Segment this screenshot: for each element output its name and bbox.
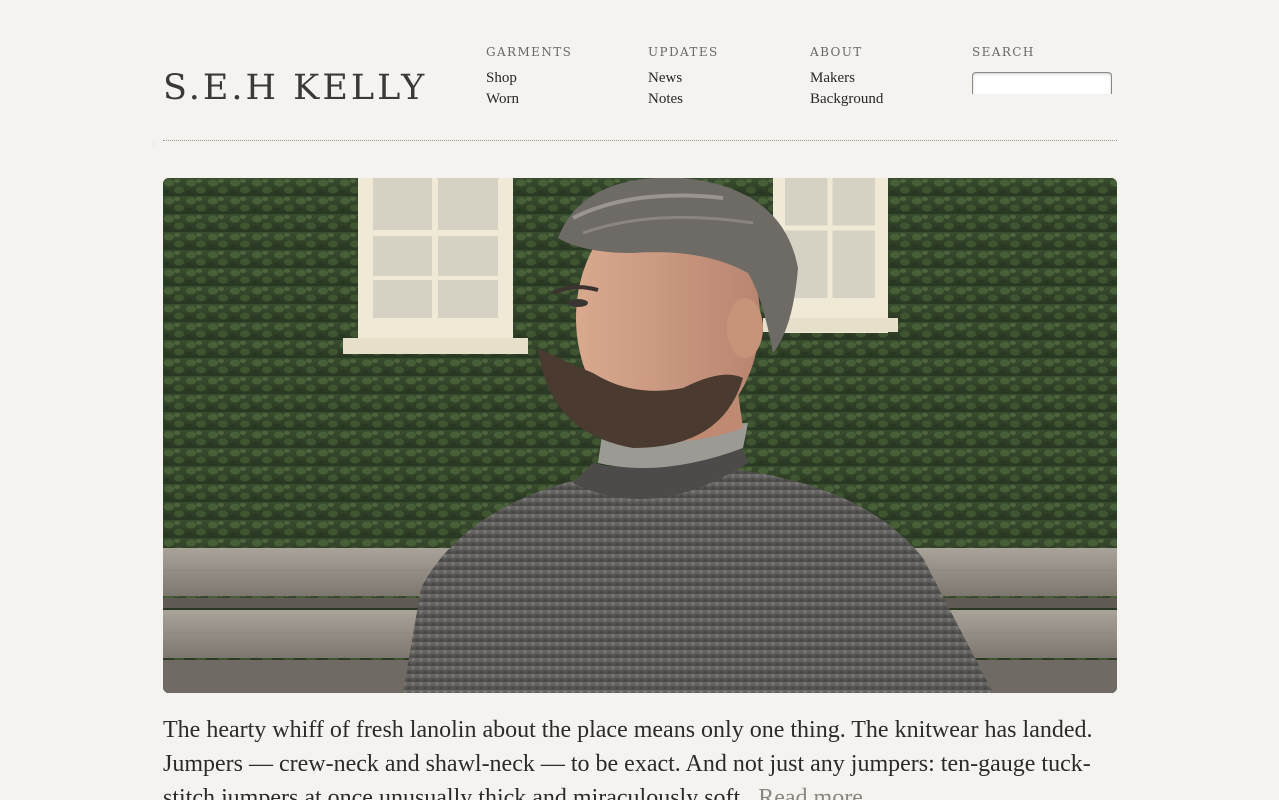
nav-link-notes[interactable]: Notes <box>648 89 788 110</box>
nav-link-background[interactable]: Background <box>810 89 950 110</box>
nav-garments: GARMENTS Shop Worn <box>486 43 626 110</box>
search-section: SEARCH <box>972 43 1112 94</box>
nav-heading-about: ABOUT <box>810 45 863 59</box>
nav-link-news[interactable]: News <box>648 68 788 89</box>
window-left <box>343 178 528 354</box>
nav-about: ABOUT Makers Background <box>810 43 950 110</box>
search-input[interactable] <box>972 72 1112 94</box>
site-header: S.E.H KELLY GARMENTS Shop Worn UPDATES N… <box>163 0 1117 142</box>
nav-heading-garments: GARMENTS <box>486 45 573 59</box>
nav-updates: UPDATES News Notes <box>648 43 788 110</box>
nav-link-worn[interactable]: Worn <box>486 89 626 110</box>
page: S.E.H KELLY GARMENTS Shop Worn UPDATES N… <box>0 0 1279 800</box>
site-logo[interactable]: S.E.H KELLY <box>163 68 427 108</box>
hero-image <box>163 178 1117 693</box>
hero-photo-illustration <box>163 178 1117 693</box>
search-heading: SEARCH <box>972 45 1035 59</box>
article-intro-text: The hearty whiff of fresh lanolin about … <box>163 717 1093 800</box>
nav-link-makers[interactable]: Makers <box>810 68 950 89</box>
article-intro: The hearty whiff of fresh lanolin about … <box>163 713 1103 800</box>
read-more-link[interactable]: Read more <box>758 785 863 800</box>
nav-heading-updates: UPDATES <box>648 45 719 59</box>
nav-link-shop[interactable]: Shop <box>486 68 626 89</box>
header-divider <box>163 140 1117 141</box>
